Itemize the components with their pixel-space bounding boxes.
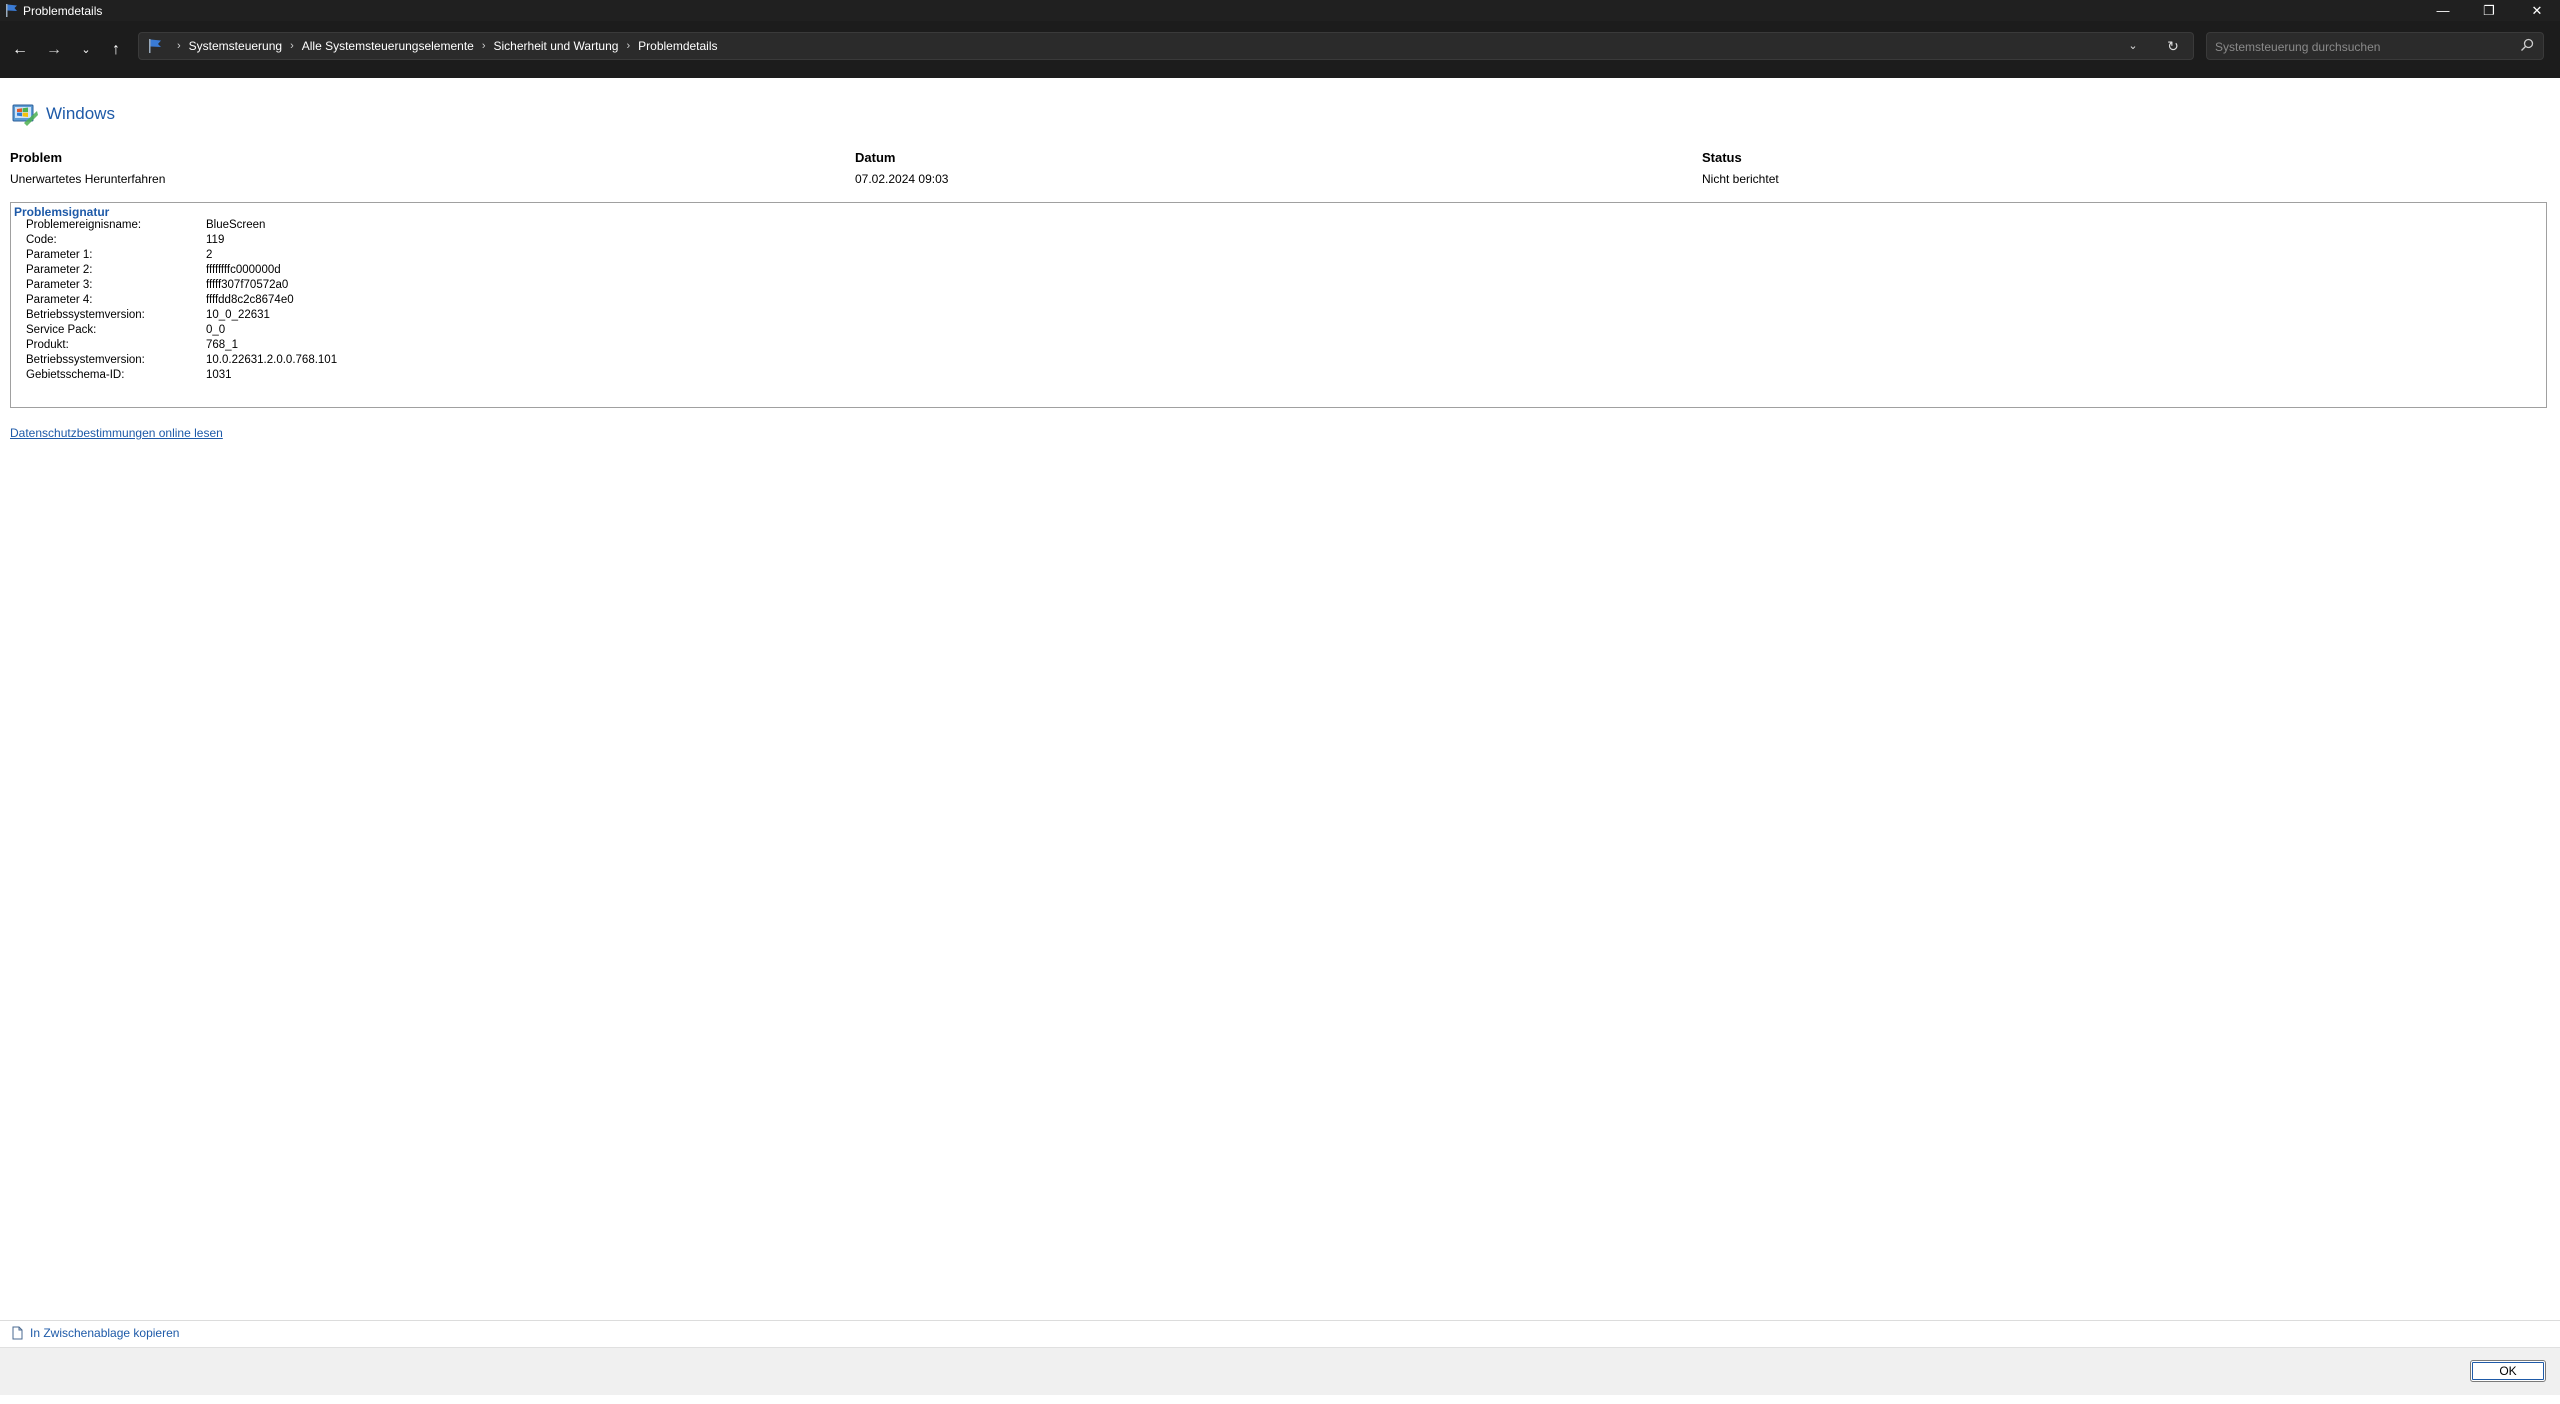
signature-row: Betriebssystemversion: 10_0_22631 [26, 308, 337, 323]
search-box[interactable] [2206, 32, 2544, 60]
dialog-footer: OK [0, 1347, 2560, 1395]
window-title: Problemdetails [23, 4, 103, 18]
flag-icon [6, 4, 17, 17]
signature-value: fffff307f70572a0 [206, 279, 289, 291]
signature-key: Parameter 3: [26, 279, 93, 291]
signature-key: Parameter 4: [26, 294, 93, 306]
signature-row: Service Pack: 0_0 [26, 323, 337, 338]
signature-value: 0_0 [206, 324, 226, 336]
flag-icon [149, 39, 161, 53]
status-header: Status [1702, 150, 1742, 165]
signature-value: 768_1 [206, 339, 238, 351]
date-header: Datum [855, 150, 896, 165]
signature-row: Code: 119 [26, 233, 337, 248]
forward-button[interactable]: → [40, 39, 68, 61]
address-bar[interactable]: › Systemsteuerung › Alle Systemsteuerung… [138, 32, 2194, 60]
signature-value: BlueScreen [206, 219, 266, 231]
signature-value: ffffffffc000000d [206, 264, 281, 276]
signature-row: Problemereignisname: BlueScreen [26, 218, 337, 233]
close-button[interactable]: ✕ [2514, 0, 2560, 21]
maximize-button[interactable]: ❐ [2466, 0, 2512, 21]
signature-row: Parameter 2: ffffffffc000000d [26, 263, 337, 278]
signature-row: Parameter 1: 2 [26, 248, 337, 263]
signature-key: Produkt: [26, 339, 69, 351]
signature-key: Problemereignisname: [26, 219, 142, 231]
copy-to-clipboard-label[interactable]: In Zwischenablage kopieren [30, 1326, 179, 1340]
signature-value: ffffdd8c2c8674e0 [206, 294, 294, 306]
signature-value: 1031 [206, 369, 232, 381]
problem-signature-box: Problemsignatur Problemereignisname: Blue… [10, 202, 2547, 408]
search-input[interactable] [2213, 35, 2517, 59]
signature-value: 119 [206, 234, 225, 246]
signature-key: Betriebssystemversion: [26, 309, 145, 321]
search-icon[interactable] [2519, 37, 2535, 53]
document-icon [12, 1326, 23, 1340]
signature-value: 10.0.22631.2.0.0.768.101 [206, 354, 338, 366]
signature-row: Produkt: 768_1 [26, 338, 337, 353]
signature-value: 10_0_22631 [206, 309, 270, 321]
signature-row: Parameter 4: ffffdd8c2c8674e0 [26, 293, 337, 308]
minimize-button[interactable]: — [2420, 0, 2466, 21]
breadcrumb-item-systemsteuerung[interactable]: Systemsteuerung [189, 39, 282, 53]
signature-list: Problemereignisname: BlueScreen Code: 119 … [26, 218, 337, 383]
signature-key: Service Pack: [26, 324, 97, 336]
windows-brand: Windows [10, 98, 115, 130]
breadcrumb-item-alle-elemente[interactable]: Alle Systemsteuerungselemente [302, 39, 474, 53]
problem-header: Problem [10, 150, 63, 165]
breadcrumb-separator[interactable]: › [626, 40, 630, 52]
signature-key: Parameter 1: [26, 249, 93, 261]
ok-button[interactable]: OK [2470, 1360, 2546, 1382]
signature-row: Betriebssystemversion: 10.0.22631.2.0.0.7… [26, 353, 337, 368]
up-button[interactable]: ↑ [102, 39, 130, 61]
copy-to-clipboard-link[interactable]: In Zwischenablage kopieren [10, 1324, 179, 1342]
divider [0, 1320, 2560, 1321]
status-value: Nicht berichtet [1702, 172, 1779, 186]
breadcrumb-separator[interactable]: › [482, 40, 486, 52]
breadcrumb-item-problemdetails[interactable]: Problemdetails [638, 39, 717, 53]
back-button[interactable]: ← [6, 39, 34, 61]
breadcrumb: › Systemsteuerung › Alle Systemsteuerung… [169, 33, 718, 59]
signature-row: Parameter 3: fffff307f70572a0 [26, 278, 337, 293]
breadcrumb-separator: › [177, 40, 181, 52]
windows-logo-icon [12, 104, 38, 126]
title-bar: Problemdetails — ❐ ✕ [0, 0, 2560, 21]
signature-key: Betriebssystemversion: [26, 354, 145, 366]
problem-signature-title: Problemsignatur [14, 205, 110, 219]
signature-key: Gebietsschema-ID: [26, 369, 125, 381]
signature-value: 2 [206, 249, 213, 261]
date-value: 07.02.2024 09:03 [855, 172, 949, 186]
signature-key: Parameter 2: [26, 264, 93, 276]
recent-locations-button[interactable]: ⌄ [72, 39, 100, 61]
privacy-statement-link[interactable]: Datenschutzbestimmungen online lesen [10, 426, 223, 440]
navigation-bar: ← → ⌄ ↑ › Systemsteuerung › Alle Systems… [0, 21, 2560, 78]
address-dropdown-button[interactable]: ⌄ [2123, 33, 2143, 59]
problem-value: Unerwartetes Herunterfahren [10, 172, 166, 186]
breadcrumb-item-sicherheit-wartung[interactable]: Sicherheit und Wartung [494, 39, 619, 53]
signature-key: Code: [26, 234, 57, 246]
refresh-button[interactable]: ↻ [2163, 33, 2183, 59]
brand-text: Windows [46, 104, 115, 123]
breadcrumb-separator[interactable]: › [290, 40, 294, 52]
signature-row: Gebietsschema-ID: 1031 [26, 368, 337, 383]
